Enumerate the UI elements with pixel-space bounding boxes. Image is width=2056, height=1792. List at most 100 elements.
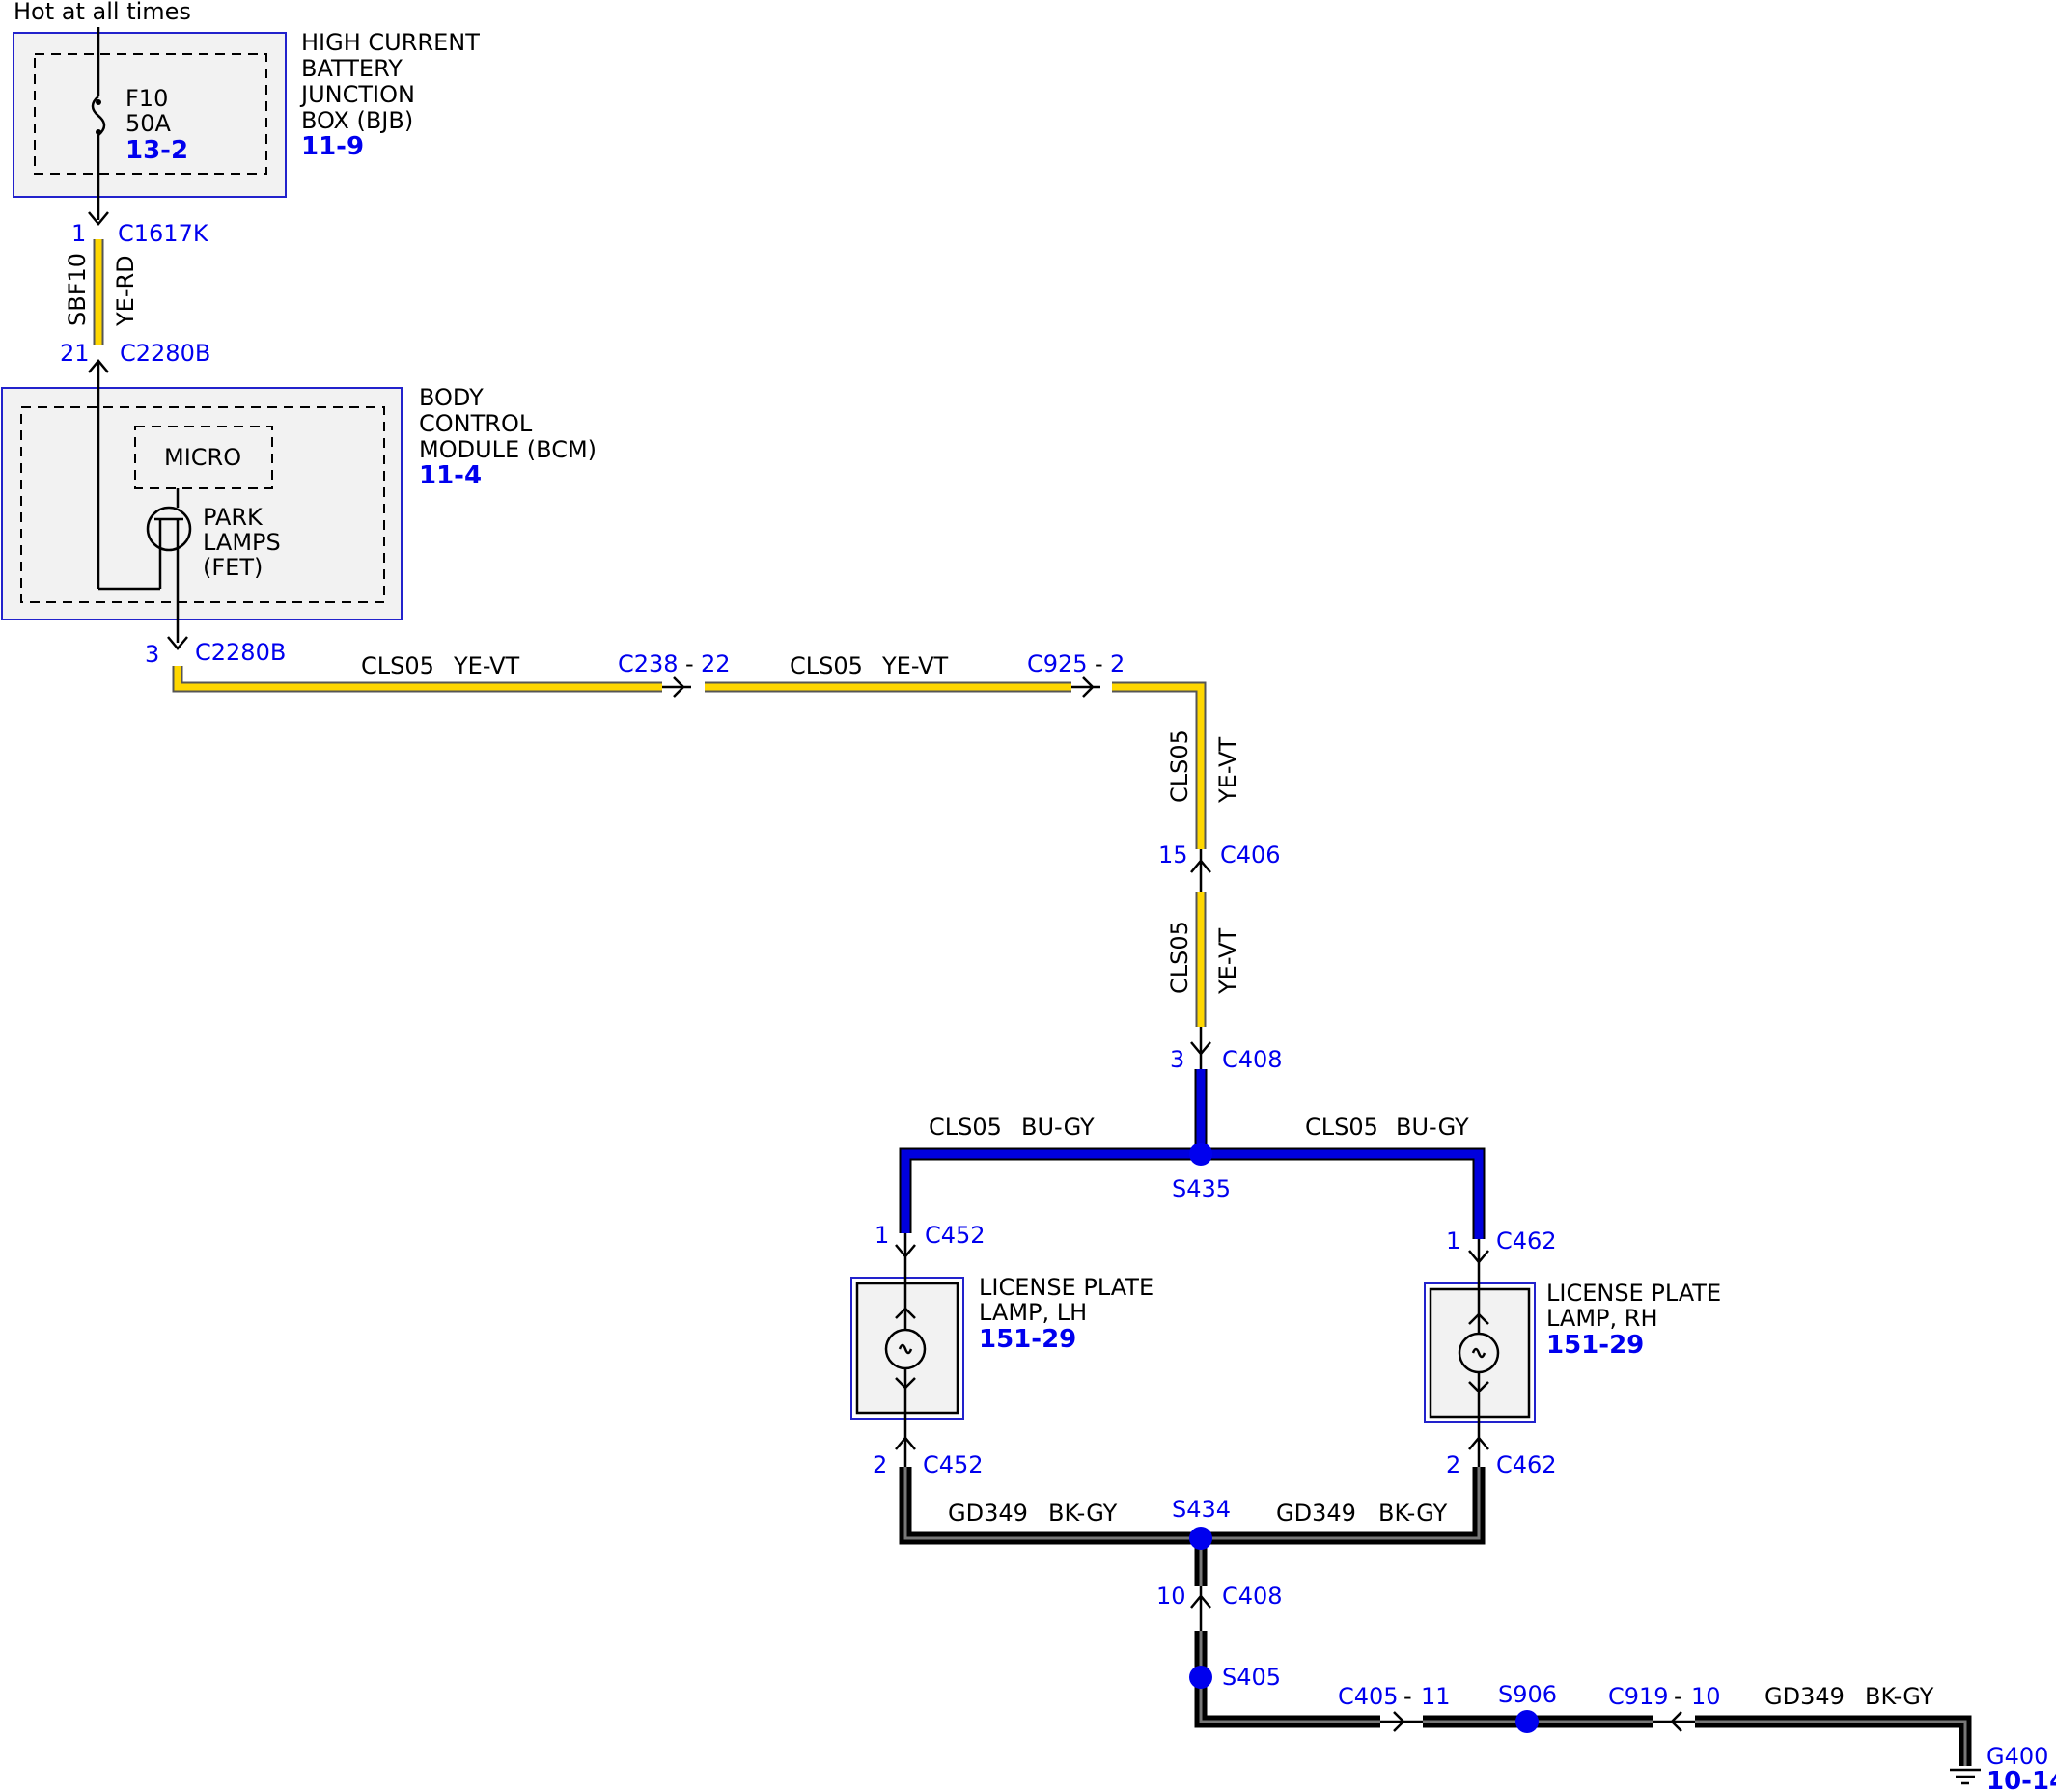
connector-c462-2-symbol — [1468, 1432, 1489, 1467]
c408-top-pin: 3 — [1170, 1046, 1184, 1073]
g400-ref-link[interactable]: 10-14 — [1987, 1767, 2056, 1792]
fuse-ref-link[interactable]: 13-2 — [125, 136, 188, 165]
wire-gd349-ground-run[interactable] — [1194, 1631, 1972, 1766]
bjb-module[interactable]: F10 50A 13-2 — [13, 27, 287, 220]
c1617k-name[interactable]: C1617K — [118, 220, 209, 247]
connector-c925-symbol — [1071, 676, 1100, 698]
lamp-rh-name-line-2: LAMP, RH — [1546, 1305, 1658, 1332]
wire-gd349-color-left: BK-GY — [1048, 1500, 1118, 1527]
lamp-lh-ref-link[interactable]: 151-29 — [979, 1325, 1076, 1354]
bjb-ref-link[interactable]: 11-9 — [301, 132, 364, 161]
c925-name[interactable]: C925 — [1027, 650, 1088, 677]
c925-pin: 2 — [1110, 650, 1125, 677]
wire-sbf10-color: YE-RD — [112, 255, 139, 327]
c405-name[interactable]: C405 — [1338, 1683, 1399, 1710]
connector-c408-top-symbol — [1190, 1027, 1211, 1069]
splice-s405[interactable] — [1189, 1666, 1212, 1689]
c2280b-in-name[interactable]: C2280B — [120, 340, 210, 367]
wire-cls05-circuit-1: CLS05 — [361, 652, 434, 679]
svg-text:-: - — [1095, 650, 1103, 677]
c406-name[interactable]: C406 — [1220, 841, 1281, 868]
wire-cls05-color-3: YE-VT — [1214, 737, 1241, 804]
fet-line-1: PARK — [203, 504, 264, 531]
bcm-name-line-2: CONTROL — [419, 410, 533, 437]
bcm-ref-link[interactable]: 11-4 — [419, 461, 482, 490]
wire-gd349-color-end: BK-GY — [1865, 1683, 1934, 1710]
connector-c452-1-symbol — [895, 1233, 916, 1274]
wire-gd349-bk-gy[interactable] — [899, 1467, 1486, 1586]
c919-name[interactable]: C919 — [1608, 1683, 1669, 1710]
connector-c919-symbol — [1653, 1711, 1695, 1732]
c408-top-name[interactable]: C408 — [1222, 1046, 1283, 1073]
wire-cls05-circuit-4: CLS05 — [1166, 921, 1193, 994]
fuse-rating: 50A — [125, 110, 172, 137]
splice-s434[interactable] — [1189, 1527, 1212, 1550]
s405-label: S405 — [1222, 1664, 1281, 1691]
wire-bu-gy-circuit-left: CLS05 — [929, 1114, 1002, 1141]
c462-2-name[interactable]: C462 — [1496, 1451, 1557, 1478]
c452-1-name[interactable]: C452 — [925, 1222, 986, 1249]
lamp-rh-name-line-1: LICENSE PLATE — [1546, 1280, 1721, 1307]
c408-bot-pin: 10 — [1156, 1583, 1186, 1610]
wire-gd349-circuit-right: GD349 — [1276, 1500, 1356, 1527]
lamp-lh-name-line-2: LAMP, LH — [979, 1299, 1087, 1326]
connector-c405-symbol — [1380, 1711, 1423, 1732]
splice-s906[interactable] — [1515, 1710, 1539, 1733]
connector-c408-bot-symbol — [1190, 1586, 1211, 1631]
fet-line-2: LAMPS — [203, 529, 281, 556]
wire-cls05-color-2: YE-VT — [881, 652, 948, 679]
c919-pin: 10 — [1691, 1683, 1721, 1710]
c452-2-pin: 2 — [873, 1451, 887, 1478]
s435-label: S435 — [1172, 1175, 1231, 1202]
bcm-name-line-3: MODULE (BCM) — [419, 436, 597, 463]
c462-1-pin: 1 — [1446, 1227, 1460, 1254]
connector-c462-1-symbol — [1468, 1239, 1489, 1280]
bjb-name-line-3: JUNCTION — [299, 81, 415, 108]
lamp-lh-name-line-1: LICENSE PLATE — [979, 1274, 1153, 1301]
bcm-module[interactable]: MICRO PARK LAMPS (FET) — [1, 361, 403, 643]
s434-label: S434 — [1172, 1496, 1231, 1523]
wire-cls05-color-4: YE-VT — [1214, 928, 1241, 995]
wire-cls05-color-1: YE-VT — [453, 652, 519, 679]
bcm-micro-label: MICRO — [164, 444, 241, 471]
bjb-name-line-2: BATTERY — [301, 55, 403, 82]
fet-line-3: (FET) — [203, 554, 263, 581]
c406-pin: 15 — [1158, 841, 1188, 868]
connector-c406-symbol — [1190, 849, 1211, 892]
s906-label: S906 — [1498, 1681, 1557, 1708]
bcm-name-line-1: BODY — [419, 384, 484, 411]
wire-cls05-circuit-2: CLS05 — [790, 652, 863, 679]
lamp-rh-ref-link[interactable]: 151-29 — [1546, 1331, 1644, 1360]
license-plate-lamp-rh[interactable] — [1424, 1280, 1536, 1432]
connector-c452-2-symbol — [895, 1428, 916, 1467]
c2280b-out-name[interactable]: C2280B — [195, 639, 286, 666]
c405-pin: 11 — [1421, 1683, 1451, 1710]
wire-cls05-circuit-3: CLS05 — [1166, 730, 1193, 803]
bjb-name-line-4: BOX (BJB) — [301, 107, 413, 134]
c238-name[interactable]: C238 — [618, 650, 679, 677]
fuse-name: F10 — [125, 85, 168, 112]
connector-c238-symbol — [662, 676, 691, 698]
c462-1-name[interactable]: C462 — [1496, 1227, 1557, 1254]
svg-text:-: - — [1403, 1683, 1412, 1710]
ground-icon — [1950, 1768, 1981, 1785]
wire-sbf10-circuit: SBF10 — [64, 253, 91, 326]
c238-pin: 22 — [701, 650, 731, 677]
splice-s435[interactable] — [1189, 1143, 1212, 1166]
svg-text:-: - — [1674, 1683, 1682, 1710]
g400-name: G400 — [1987, 1743, 2048, 1770]
svg-text:-: - — [685, 650, 694, 677]
wire-bu-gy-circuit-right: CLS05 — [1305, 1114, 1378, 1141]
c452-1-pin: 1 — [875, 1222, 889, 1249]
power-label: Hot at all times — [14, 0, 191, 25]
c2280b-out-pin: 3 — [145, 641, 159, 668]
wire-bu-gy-color-right: BU-GY — [1396, 1114, 1469, 1141]
c408-bot-name[interactable]: C408 — [1222, 1583, 1283, 1610]
wire-gd349-circuit-end: GD349 — [1764, 1683, 1845, 1710]
c462-2-pin: 2 — [1446, 1451, 1460, 1478]
wire-gd349-color-right: BK-GY — [1378, 1500, 1448, 1527]
wire-bu-gy-color-left: BU-GY — [1021, 1114, 1095, 1141]
c1617k-pin: 1 — [71, 220, 86, 247]
c452-2-name[interactable]: C452 — [923, 1451, 984, 1478]
license-plate-lamp-lh[interactable] — [850, 1274, 964, 1428]
